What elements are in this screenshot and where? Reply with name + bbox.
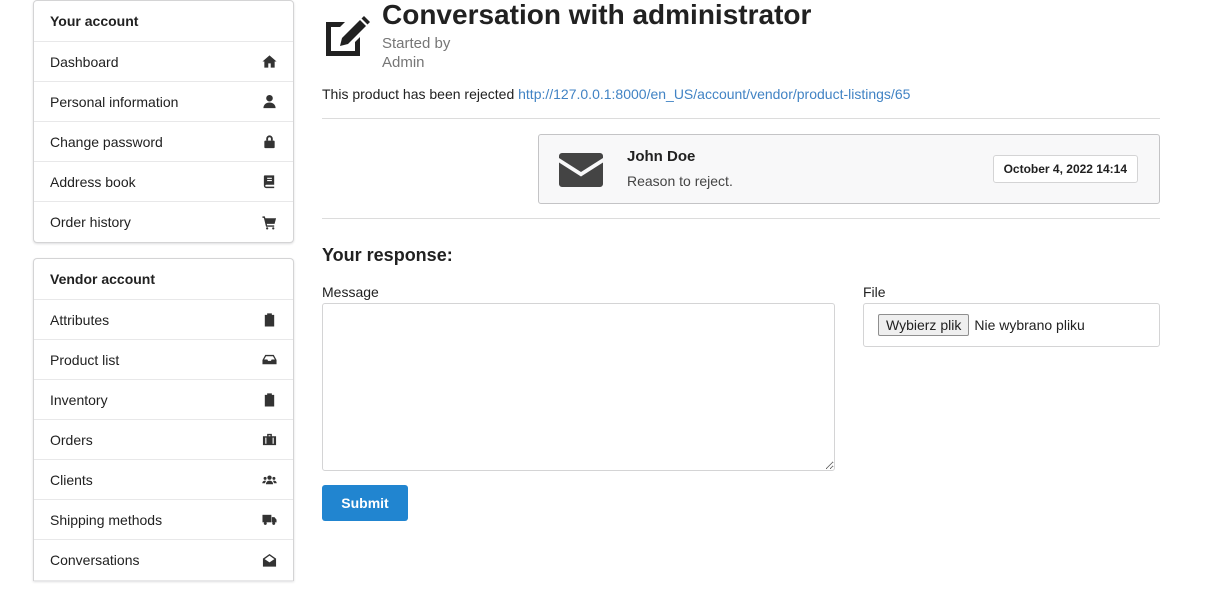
started-by: Started by Admin (382, 34, 450, 72)
envelope-icon (559, 153, 603, 187)
sidebar-item-label: Clients (50, 471, 93, 488)
sidebar-item-shipping-methods[interactable]: Shipping methods (34, 500, 293, 540)
sidebar-item-product-list[interactable]: Product list (34, 340, 293, 380)
divider (322, 118, 1160, 119)
message-text: Reason to reject. (627, 173, 733, 189)
sidebar-item-label: Shipping methods (50, 511, 163, 528)
home-icon (261, 54, 277, 70)
cart-icon (261, 214, 277, 230)
file-input: Wybierz plik Nie wybrano pliku (863, 303, 1160, 347)
sidebar-item-label: Order history (50, 214, 131, 230)
main-content: Conversation with administrator Started … (322, 0, 1160, 521)
sidebar-item-change-password[interactable]: Change password (34, 122, 293, 162)
users-icon (261, 472, 277, 488)
sidebar-item-clients[interactable]: Clients (34, 460, 293, 500)
envelope-open-icon (261, 552, 277, 568)
sidebar-item-address-book[interactable]: Address book (34, 162, 293, 202)
message-date: October 4, 2022 14:14 (992, 155, 1138, 183)
clipboard-icon (261, 312, 277, 328)
sidebar-item-label: Conversations (50, 552, 140, 568)
page-title: Conversation with administrator (382, 0, 812, 30)
truck-icon (261, 512, 277, 528)
sidebar-item-conversations[interactable]: Conversations (34, 540, 293, 581)
no-file-chosen-text: Nie wybrano pliku (974, 317, 1085, 333)
book-icon (261, 174, 277, 190)
inbox-icon (261, 352, 277, 368)
sidebar-item-label: Address book (50, 173, 136, 190)
message-label: Message (322, 284, 379, 300)
sidebar-item-label: Change password (50, 133, 163, 150)
message-card: John Doe Reason to reject. October 4, 20… (538, 134, 1160, 204)
user-icon (261, 94, 277, 110)
rejection-notice: This product has been rejected http://12… (322, 86, 910, 102)
sidebar-item-inventory[interactable]: Inventory (34, 380, 293, 420)
sidebar: Your account Dashboard Personal informat… (33, 0, 294, 596)
message-author: John Doe (627, 148, 696, 165)
sidebar-item-dashboard[interactable]: Dashboard (34, 42, 293, 82)
sidebar-item-label: Inventory (50, 391, 108, 408)
sidebar-item-label: Product list (50, 351, 120, 368)
account-menu: Your account Dashboard Personal informat… (33, 0, 294, 243)
sidebar-item-personal-information[interactable]: Personal information (34, 82, 293, 122)
sidebar-item-label: Personal information (50, 93, 179, 110)
sidebar-item-orders[interactable]: Orders (34, 420, 293, 460)
sidebar-item-attributes[interactable]: Attributes (34, 300, 293, 340)
started-by-label: Started by (382, 35, 451, 52)
sidebar-item-order-history[interactable]: Order history (34, 202, 293, 242)
product-listing-link[interactable]: http://127.0.0.1:8000/en_US/account/vend… (518, 86, 910, 102)
sidebar-item-label: Orders (50, 431, 93, 448)
submit-button[interactable]: Submit (322, 485, 408, 521)
choose-file-button[interactable]: Wybierz plik (878, 314, 970, 336)
clipboard-icon (261, 392, 277, 408)
account-menu-header: Your account (34, 1, 293, 42)
vendor-menu: Vendor account Attributes Product list I… (33, 258, 294, 581)
page-header: Conversation with administrator Started … (322, 0, 1160, 80)
vendor-menu-header: Vendor account (34, 259, 293, 300)
divider (322, 218, 1160, 219)
message-textarea[interactable] (322, 303, 835, 471)
sidebar-item-label: Attributes (50, 311, 110, 328)
started-by-name: Admin (382, 54, 425, 71)
briefcase-icon (261, 432, 277, 448)
file-label: File (863, 284, 886, 300)
notice-text: This product has been rejected (322, 86, 515, 102)
lock-icon (261, 134, 277, 150)
sidebar-item-label: Dashboard (50, 53, 119, 70)
edit-icon (326, 16, 370, 56)
response-title: Your response: (322, 245, 453, 265)
